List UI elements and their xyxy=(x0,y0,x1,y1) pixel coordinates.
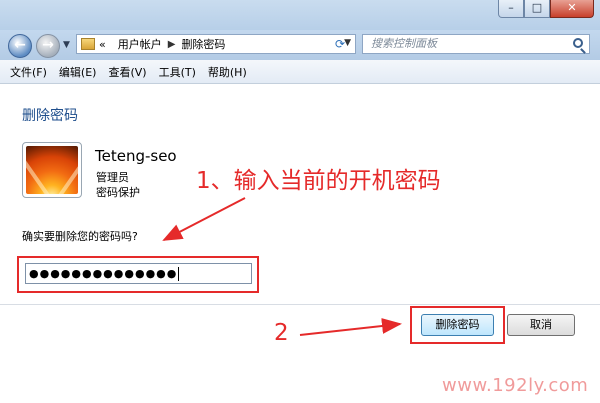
avatar xyxy=(22,142,82,198)
cancel-button[interactable]: 取消 xyxy=(507,314,575,336)
annotation-step-1: 1、输入当前的开机密码 xyxy=(196,168,441,194)
caption-buttons: – □ ✕ xyxy=(498,0,594,18)
refresh-icon[interactable]: ⟳ xyxy=(330,36,350,52)
menu-file[interactable]: 文件(F) xyxy=(4,64,53,80)
title-bar: – □ ✕ xyxy=(0,0,600,30)
recent-pages-dropdown-icon[interactable]: ▼ xyxy=(63,40,70,50)
confirm-question: 确实要删除您的密码吗? xyxy=(22,230,138,243)
breadcrumb-user-accounts[interactable]: 用户帐户 xyxy=(118,36,162,52)
breadcrumb-separator-icon[interactable]: ▶ xyxy=(168,39,176,50)
highlight-box-password xyxy=(17,256,259,293)
search-input[interactable]: 搜索控制面板 xyxy=(362,34,590,54)
minimize-button[interactable]: – xyxy=(498,0,524,18)
menu-view[interactable]: 查看(V) xyxy=(102,64,152,80)
menu-help[interactable]: 帮助(H) xyxy=(202,64,253,80)
divider xyxy=(0,304,600,305)
close-button[interactable]: ✕ xyxy=(550,0,594,18)
highlight-box-button xyxy=(410,306,505,344)
breadcrumb-remove-password[interactable]: 删除密码 xyxy=(181,36,225,52)
content-area: 删除密码 Teteng-seo 管理员 密码保护 确实要删除您的密码吗? ●●●… xyxy=(0,84,600,403)
annotation-step-2: 2 xyxy=(274,320,289,346)
menu-tools[interactable]: 工具(T) xyxy=(153,64,202,80)
address-bar[interactable]: « 用户帐户 ▶ 删除密码 ▼ xyxy=(76,34,356,54)
back-button[interactable]: ← xyxy=(8,34,32,58)
breadcrumb-overflow[interactable]: « xyxy=(99,38,106,51)
user-name: Teteng-seo xyxy=(95,147,177,165)
menu-bar: 文件(F) 编辑(E) 查看(V) 工具(T) 帮助(H) xyxy=(0,60,600,84)
control-panel-icon xyxy=(81,38,95,50)
search-placeholder: 搜索控制面板 xyxy=(371,37,437,50)
user-role: 管理员 xyxy=(96,171,129,184)
flower-picture-icon xyxy=(26,146,78,194)
menu-edit[interactable]: 编辑(E) xyxy=(53,64,103,80)
password-status: 密码保护 xyxy=(96,186,140,199)
watermark: www.192ly.com xyxy=(442,375,589,396)
page-title: 删除密码 xyxy=(22,108,78,124)
forward-button[interactable]: → xyxy=(36,34,60,58)
maximize-button[interactable]: □ xyxy=(524,0,550,18)
search-icon[interactable] xyxy=(573,38,583,48)
